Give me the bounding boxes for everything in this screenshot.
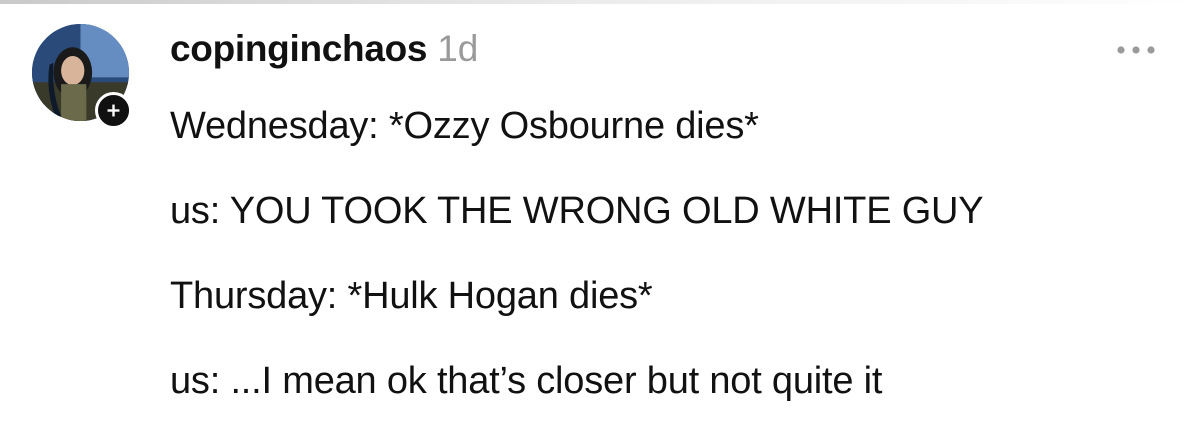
post-text-line: Thursday: *Hulk Hogan dies*: [170, 275, 653, 317]
post-body: Wednesday: *Ozzy Osbourne dies* us: YOU …: [170, 100, 1170, 407]
more-horizontal-icon: [1117, 46, 1155, 54]
top-divider: [0, 0, 1199, 4]
avatar-container[interactable]: [32, 24, 132, 129]
post-text-line: us: ...I mean ok that’s closer but not q…: [170, 360, 883, 402]
username-link[interactable]: copinginchaos: [170, 28, 427, 70]
post-text-line: Wednesday: *Ozzy Osbourne dies*: [170, 105, 759, 147]
post-timestamp: 1d: [437, 28, 479, 69]
post-header: copinginchaos 1d: [170, 28, 478, 70]
more-options-button[interactable]: [1112, 40, 1160, 60]
follow-button[interactable]: [95, 92, 132, 129]
plus-icon: [107, 104, 120, 117]
post-text-line: us: YOU TOOK THE WRONG OLD WHITE GUY: [170, 190, 984, 232]
